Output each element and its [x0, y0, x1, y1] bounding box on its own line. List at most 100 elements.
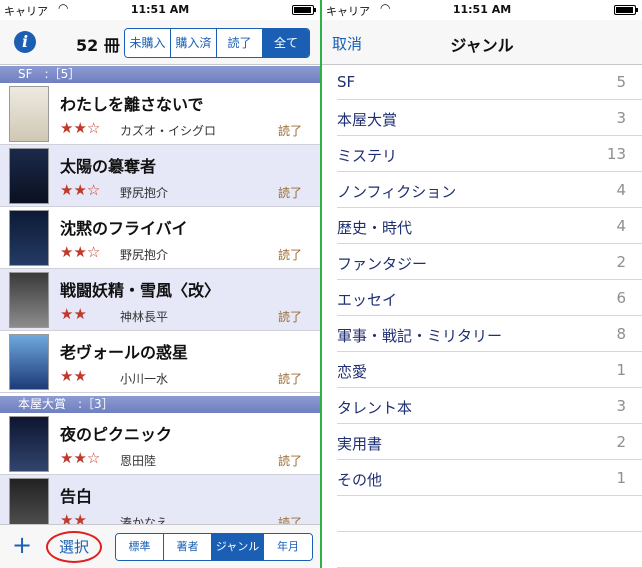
battery-icon [292, 5, 316, 15]
genre-name: 軍事・戦記・ミリタリー [337, 327, 503, 345]
genre-row[interactable]: ノンフィクション 4 [322, 172, 642, 208]
genre-count: 3 [616, 397, 626, 415]
genre-row[interactable]: 軍事・戦記・ミリタリー 8 [322, 316, 642, 352]
status-bar: キャリア ◠ 11:51 AM [322, 0, 642, 20]
sort-genre[interactable]: ジャンル [212, 534, 264, 560]
status-time: 11:51 AM [452, 3, 512, 16]
genre-name: ノンフィクション [337, 183, 457, 201]
genre-row[interactable]: 歴史・時代 4 [322, 208, 642, 244]
genre-count: 4 [616, 181, 626, 199]
book-cover [9, 148, 49, 204]
sort-date[interactable]: 年月 [264, 534, 312, 560]
genre-name: 本屋大賞 [337, 111, 398, 129]
read-status: 読了 [277, 372, 302, 386]
genre-name: エッセイ [337, 291, 398, 309]
genre-count: 5 [616, 73, 626, 91]
genre-row[interactable]: その他 1 [322, 460, 642, 496]
genre-count: 2 [616, 253, 626, 271]
filter-purchased[interactable]: 購入済 [171, 29, 217, 57]
navigation-bar: i 52 冊 未購入 購入済 読了 全て [0, 20, 320, 65]
book-title: 戦闘妖精・雪風〈改〉 [60, 281, 221, 300]
book-author: 小川一水 [120, 372, 169, 386]
genre-row[interactable]: ファンタジー 2 [322, 244, 642, 280]
genre-count: 4 [616, 217, 626, 235]
read-status: 読了 [277, 454, 302, 468]
genre-count: 1 [616, 361, 626, 379]
book-row[interactable]: 老ヴォールの惑星 ★★ 小川一水 読了 [0, 331, 320, 393]
genre-row[interactable]: エッセイ 6 [322, 280, 642, 316]
genre-name: ミステリ [337, 147, 398, 165]
rating-stars: ★★ [60, 305, 87, 323]
filter-read[interactable]: 読了 [217, 29, 263, 57]
genre-name: 恋愛 [337, 363, 368, 381]
sort-author[interactable]: 著者 [164, 534, 212, 560]
battery-icon [614, 5, 638, 15]
sort-segmented-control: 標準 著者 ジャンル 年月 [115, 533, 313, 561]
navigation-bar: 取消 ジャンル [322, 20, 642, 65]
plus-icon[interactable]: + [12, 531, 32, 559]
empty-row [322, 532, 642, 568]
book-row[interactable]: わたしを離さないで ★★☆ カズオ・イシグロ 読了 [0, 83, 320, 145]
genre-count: 8 [616, 325, 626, 343]
genre-row[interactable]: 実用書 2 [322, 424, 642, 460]
genre-row[interactable]: 本屋大賞 3 [322, 100, 642, 136]
status-time: 11:51 AM [130, 3, 190, 16]
book-cover [9, 272, 49, 328]
filter-all[interactable]: 全て [263, 29, 309, 57]
book-title: わたしを離さないで [60, 95, 204, 114]
rating-stars: ★★☆ [60, 449, 101, 467]
empty-row [322, 496, 642, 532]
filter-segmented-control: 未購入 購入済 読了 全て [124, 28, 310, 58]
genre-name: 実用書 [337, 435, 383, 453]
rating-stars: ★★☆ [60, 181, 101, 199]
book-author: カズオ・イシグロ [120, 124, 217, 138]
rating-stars: ★★☆ [60, 243, 101, 261]
info-icon[interactable]: i [14, 31, 36, 53]
book-row[interactable]: 太陽の簒奪者 ★★☆ 野尻抱介 読了 [0, 145, 320, 207]
rating-stars: ★★ [60, 367, 87, 385]
book-cover [9, 334, 49, 390]
genre-name: その他 [337, 471, 383, 489]
genre-count: 1 [616, 469, 626, 487]
status-bar: キャリア ◠ 11:51 AM [0, 0, 320, 20]
bottom-toolbar: + 選択 標準 著者 ジャンル 年月 [0, 524, 320, 568]
genre-count: 2 [616, 433, 626, 451]
book-title: 告白 [60, 487, 93, 506]
genre-name: タレント本 [337, 399, 413, 417]
book-row[interactable]: 沈黙のフライバイ ★★☆ 野尻抱介 読了 [0, 207, 320, 269]
book-row[interactable]: 夜のピクニック ★★☆ 恩田陸 読了 [0, 413, 320, 475]
genre-name: 歴史・時代 [337, 219, 413, 237]
genre-row[interactable]: SF 5 [322, 64, 642, 100]
book-title: 老ヴォールの惑星 [60, 343, 189, 362]
sort-standard[interactable]: 標準 [116, 534, 164, 560]
book-title: 太陽の簒奪者 [60, 157, 157, 176]
genre-count: 3 [616, 109, 626, 127]
book-count: 52 冊 [76, 36, 120, 55]
read-status: 読了 [277, 186, 302, 200]
section-header-sf: SF :［5］ [0, 66, 320, 83]
book-cover [9, 416, 49, 472]
book-title: 夜のピクニック [60, 425, 173, 444]
read-status: 読了 [277, 310, 302, 324]
book-row[interactable]: 戦闘妖精・雪風〈改〉 ★★ 神林長平 読了 [0, 269, 320, 331]
select-button[interactable]: 選択 [46, 531, 102, 563]
read-status: 読了 [277, 124, 302, 138]
genre-picker-screen: キャリア ◠ 11:51 AM 取消 ジャンル SF 5 本屋大賞 3 ミステリ 13… [322, 0, 642, 568]
book-title: 沈黙のフライバイ [60, 219, 188, 238]
genre-name: ファンタジー [337, 255, 428, 273]
book-list-screen: キャリア ◠ 11:51 AM i 52 冊 未購入 購入済 読了 全て SF … [0, 0, 320, 568]
book-cover [9, 210, 49, 266]
read-status: 読了 [277, 248, 302, 262]
page-title: ジャンル [450, 36, 514, 55]
genre-count: 13 [606, 145, 626, 163]
book-cover [9, 86, 49, 142]
genre-row[interactable]: 恋愛 1 [322, 352, 642, 388]
genre-name: SF [337, 73, 356, 91]
genre-row[interactable]: ミステリ 13 [322, 136, 642, 172]
book-author: 野尻抱介 [120, 248, 169, 262]
genre-count: 6 [616, 289, 626, 307]
filter-unpurchased[interactable]: 未購入 [125, 29, 171, 57]
rating-stars: ★★☆ [60, 119, 101, 137]
genre-row[interactable]: タレント本 3 [322, 388, 642, 424]
book-author: 恩田陸 [120, 454, 157, 468]
